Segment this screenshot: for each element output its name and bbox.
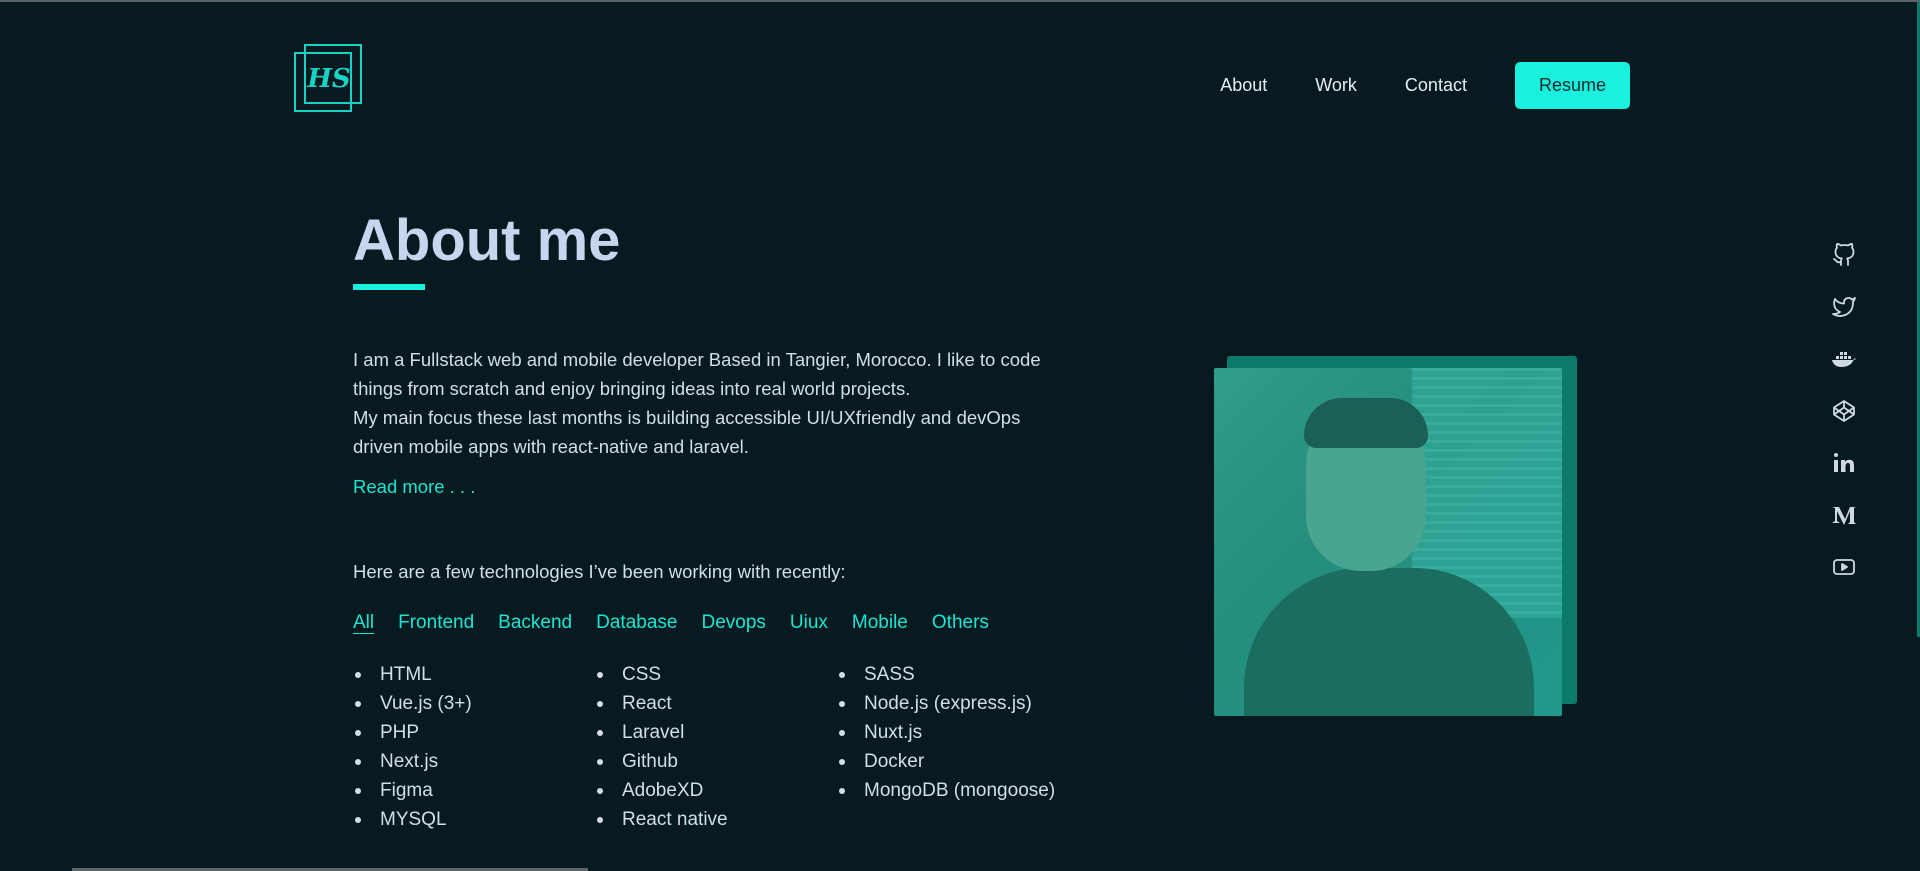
tab-mobile[interactable]: Mobile (852, 612, 908, 634)
about-paragraph-1: I am a Fullstack web and mobile develope… (353, 349, 1041, 399)
medium-icon[interactable] (1831, 502, 1857, 528)
tech-filter-tabs: All Frontend Backend Database Devops Uiu… (353, 612, 1013, 634)
logo-monogram: HS (307, 64, 351, 94)
title-underline (353, 284, 425, 290)
tech-list: HTML Vue.js (3+) PHP Next.js Figma MYSQL… (353, 660, 1079, 834)
list-item: Vue.js (3+) (355, 689, 595, 718)
main-nav: About Work Contact Resume (1172, 62, 1630, 109)
list-item: React native (597, 805, 837, 834)
tab-uiux[interactable]: Uiux (790, 612, 828, 634)
nav-work-link[interactable]: Work (1315, 75, 1357, 96)
nav-contact-link[interactable]: Contact (1405, 75, 1467, 96)
list-item: Github (597, 747, 837, 776)
youtube-icon[interactable] (1831, 554, 1857, 580)
list-item: Docker (839, 747, 1079, 776)
list-item: Node.js (express.js) (839, 689, 1079, 718)
list-item: MYSQL (355, 805, 595, 834)
photo-tint-overlay (1214, 368, 1562, 716)
tech-column-3: SASS Node.js (express.js) Nuxt.js Docker… (837, 660, 1079, 834)
about-intro: I am a Fullstack web and mobile develope… (353, 345, 1073, 461)
about-paragraph-2: My main focus these last months is build… (353, 407, 1021, 457)
list-item: React (597, 689, 837, 718)
list-item: SASS (839, 660, 1079, 689)
tab-frontend[interactable]: Frontend (398, 612, 474, 634)
list-item: MongoDB (mongoose) (839, 776, 1079, 805)
linkedin-icon[interactable] (1831, 450, 1857, 476)
list-item: AdobeXD (597, 776, 837, 805)
tech-column-1: HTML Vue.js (3+) PHP Next.js Figma MYSQL (353, 660, 595, 834)
codepen-icon[interactable] (1831, 398, 1857, 424)
nav-about-link[interactable]: About (1220, 75, 1267, 96)
list-item: HTML (355, 660, 595, 689)
read-more-link[interactable]: Read more . . . (353, 476, 475, 498)
list-item: CSS (597, 660, 837, 689)
logo[interactable]: HS (294, 44, 366, 116)
page-title: About me (353, 208, 621, 273)
tab-others[interactable]: Others (932, 612, 989, 634)
list-item: Next.js (355, 747, 595, 776)
profile-photo (1214, 368, 1562, 716)
tab-devops[interactable]: Devops (701, 612, 765, 634)
tab-all[interactable]: All (353, 612, 374, 634)
tech-column-2: CSS React Laravel Github AdobeXD React n… (595, 660, 837, 834)
list-item: Nuxt.js (839, 718, 1079, 747)
twitter-icon[interactable] (1831, 294, 1857, 320)
page: HS About Work Contact Resume About me I … (0, 0, 1920, 871)
docker-icon[interactable] (1831, 346, 1857, 372)
tech-intro-text: Here are a few technologies I’ve been wo… (353, 561, 846, 582)
resume-button[interactable]: Resume (1514, 62, 1630, 109)
tab-database[interactable]: Database (596, 612, 677, 634)
list-item: PHP (355, 718, 595, 747)
list-item: Laravel (597, 718, 837, 747)
profile-photo-frame (1214, 356, 1577, 716)
github-icon[interactable] (1831, 242, 1857, 268)
tab-backend[interactable]: Backend (498, 612, 572, 634)
social-links (1831, 242, 1857, 606)
list-item: Figma (355, 776, 595, 805)
